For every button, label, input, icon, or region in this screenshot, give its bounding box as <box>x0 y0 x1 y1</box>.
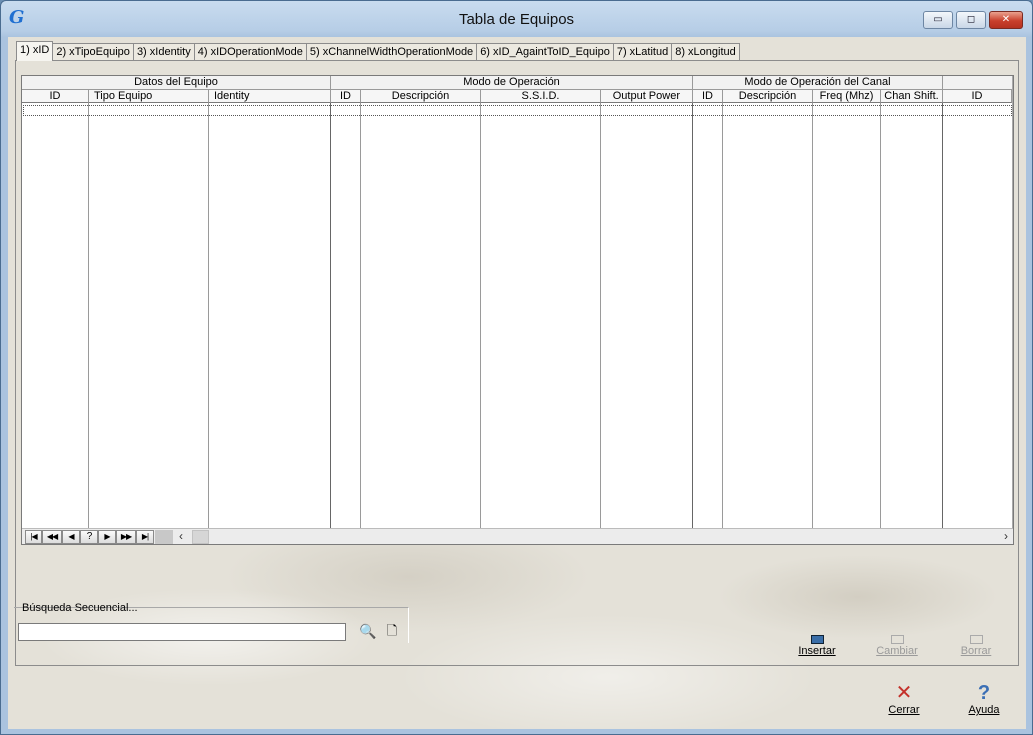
change-label: Cambiar <box>876 645 918 657</box>
tab-page: Datos del Equipo Modo de Operación Modo … <box>15 60 1019 666</box>
group-header-datos-equipo: Datos del Equipo <box>22 76 331 90</box>
next-record-button[interactable]: ▶ <box>98 530 116 544</box>
client-area: 1) xID 2) xTipoEquipo 3) xIdentity 4) xIDOp… <box>8 37 1026 729</box>
minimize-button[interactable]: ▭ <box>923 11 953 29</box>
group-header-extra <box>943 76 1013 90</box>
column-header-extra-id[interactable]: ID <box>943 90 1012 103</box>
grid-column <box>693 76 723 528</box>
cerrar-button[interactable]: ✕ Cerrar <box>879 683 929 716</box>
grid-column <box>89 76 209 528</box>
maximize-button[interactable]: ◻ <box>956 11 986 29</box>
column-header-identity[interactable]: Identity <box>209 90 331 103</box>
window-title: Tabla de Equipos <box>458 11 575 28</box>
grid-column <box>209 76 331 528</box>
help-icon: ? <box>977 682 991 704</box>
main-window: G Tabla de Equipos ▭ ◻ ✕ 1) xID 2) xTipoE… <box>0 0 1033 735</box>
close-window-button[interactable]: ✕ <box>989 11 1023 29</box>
column-header-output-power[interactable]: Output Power <box>601 90 693 103</box>
group-header-modo-operacion: Modo de Operación <box>331 76 693 90</box>
data-grid[interactable]: Datos del Equipo Modo de Operación Modo … <box>21 75 1014 545</box>
grid-column <box>361 76 481 528</box>
grid-navigator: |◀ ◀◀ ◀ ? ▶ ▶▶ ▶| ‹ › <box>22 528 1013 544</box>
delete-button[interactable]: Borrar <box>946 635 1006 657</box>
grid-column <box>881 76 943 528</box>
table-row[interactable] <box>23 105 1012 116</box>
column-header-ssid[interactable]: S.S.I.D. <box>481 90 601 103</box>
tab-xidentity[interactable]: 3) xIdentity <box>132 43 195 61</box>
navigator-spacer <box>155 530 173 544</box>
new-document-icon[interactable]: 🗋 <box>382 621 402 641</box>
scroll-right-arrow-icon[interactable]: › <box>1000 530 1012 544</box>
grid-column <box>22 76 89 528</box>
title-bar[interactable]: G Tabla de Equipos ▭ ◻ ✕ <box>1 1 1032 37</box>
grid-column <box>723 76 813 528</box>
search-label: Búsqueda Secuencial... <box>22 602 138 614</box>
tab-xlatitud[interactable]: 7) xLatitud <box>612 43 673 61</box>
vertical-scrollbar[interactable] <box>1012 76 1013 528</box>
delete-icon <box>969 635 983 644</box>
column-header-channel-descripcion[interactable]: Descripción <box>723 90 813 103</box>
column-header-mode-id[interactable]: ID <box>331 90 361 103</box>
tab-xlongitud[interactable]: 8) xLongitud <box>671 43 740 61</box>
cerrar-label: Cerrar <box>888 704 920 716</box>
last-record-button[interactable]: ▶| <box>136 530 154 544</box>
insert-icon <box>810 635 824 644</box>
column-header-channel-id[interactable]: ID <box>693 90 723 103</box>
prev-page-button[interactable]: ◀◀ <box>42 530 62 544</box>
tab-xidoperationmode[interactable]: 4) xIDOperationMode <box>193 43 307 61</box>
insert-label: Insertar <box>798 645 836 657</box>
close-icon: ✕ <box>895 682 913 704</box>
tab-xtipoequipo[interactable]: 2) xTipoEquipo <box>52 43 134 61</box>
next-page-button[interactable]: ▶▶ <box>116 530 136 544</box>
ayuda-button[interactable]: ? Ayuda <box>959 683 1009 716</box>
grid-column <box>601 76 693 528</box>
grid-column <box>331 76 361 528</box>
tab-strip: 1) xID 2) xTipoEquipo 3) xIdentity 4) xIDOp… <box>16 41 740 61</box>
grid-column <box>481 76 601 528</box>
tab-xid-againttoid-equipo[interactable]: 6) xID_AgaintToID_Equipo <box>476 43 614 61</box>
search-icon[interactable]: 🔍 <box>358 621 378 641</box>
change-icon <box>890 635 904 644</box>
tab-xid[interactable]: 1) xID <box>16 41 54 61</box>
tab-xchannelwidthoperationmode[interactable]: 5) xChannelWidthOperationMode <box>305 43 478 61</box>
column-header-id[interactable]: ID <box>22 90 89 103</box>
column-header-tipo-equipo[interactable]: Tipo Equipo <box>89 90 209 103</box>
group-header-modo-operacion-canal: Modo de Operación del Canal <box>693 76 943 90</box>
query-button[interactable]: ? <box>80 530 98 544</box>
column-header-descripcion[interactable]: Descripción <box>361 90 481 103</box>
grid-column <box>813 76 881 528</box>
scroll-left-arrow-icon[interactable]: ‹ <box>175 530 187 544</box>
column-header-freq[interactable]: Freq (Mhz) <box>813 90 881 103</box>
search-input[interactable] <box>18 623 346 641</box>
horizontal-scroll-thumb[interactable] <box>192 530 209 544</box>
first-record-button[interactable]: |◀ <box>25 530 42 544</box>
prev-record-button[interactable]: ◀ <box>62 530 80 544</box>
delete-label: Borrar <box>960 645 992 657</box>
insert-button[interactable]: Insertar <box>787 635 847 657</box>
ayuda-label: Ayuda <box>968 704 1000 716</box>
change-button[interactable]: Cambiar <box>867 635 927 657</box>
column-header-chan-shift[interactable]: Chan Shift. <box>881 90 943 103</box>
